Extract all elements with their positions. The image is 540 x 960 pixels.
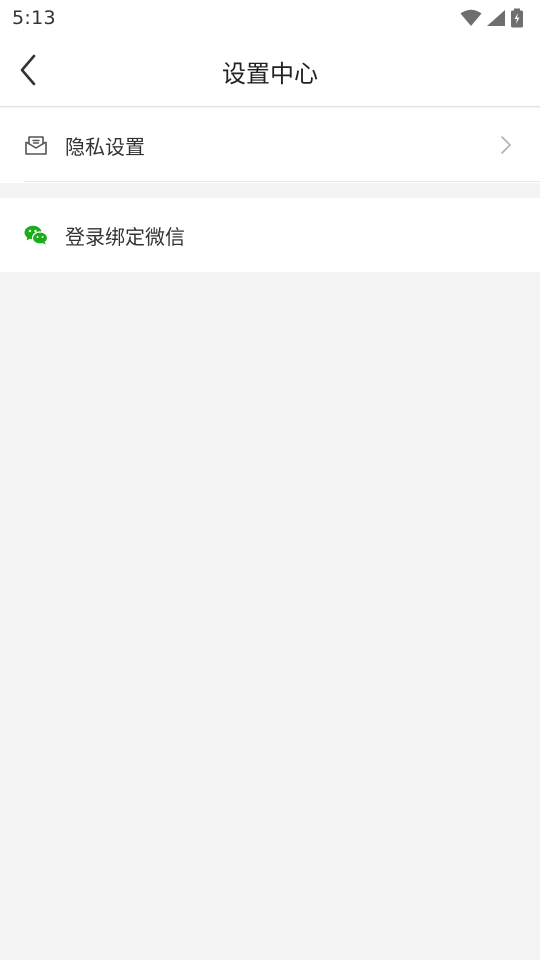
settings-item-label: 隐私设置 [65, 134, 145, 159]
wechat-icon [24, 223, 48, 247]
envelope-icon [24, 133, 48, 157]
battery-charging-icon [510, 8, 524, 28]
settings-group-privacy: 隐私设置 [0, 108, 540, 183]
settings-item-privacy[interactable]: 隐私设置 [0, 108, 540, 182]
chevron-right-icon [500, 135, 512, 159]
cellular-signal-icon [486, 9, 506, 27]
status-bar: 5:13 [0, 0, 540, 36]
row-divider [24, 181, 540, 182]
wifi-icon [460, 9, 482, 27]
status-icons [460, 8, 524, 28]
settings-item-label: 登录绑定微信 [65, 224, 185, 249]
status-time: 5:13 [12, 7, 56, 29]
settings-item-wechat-binding[interactable]: 登录绑定微信 [0, 198, 540, 272]
page-title: 设置中心 [222, 60, 318, 88]
settings-group-wechat: 登录绑定微信 [0, 198, 540, 272]
title-bar: 设置中心 [0, 36, 540, 107]
